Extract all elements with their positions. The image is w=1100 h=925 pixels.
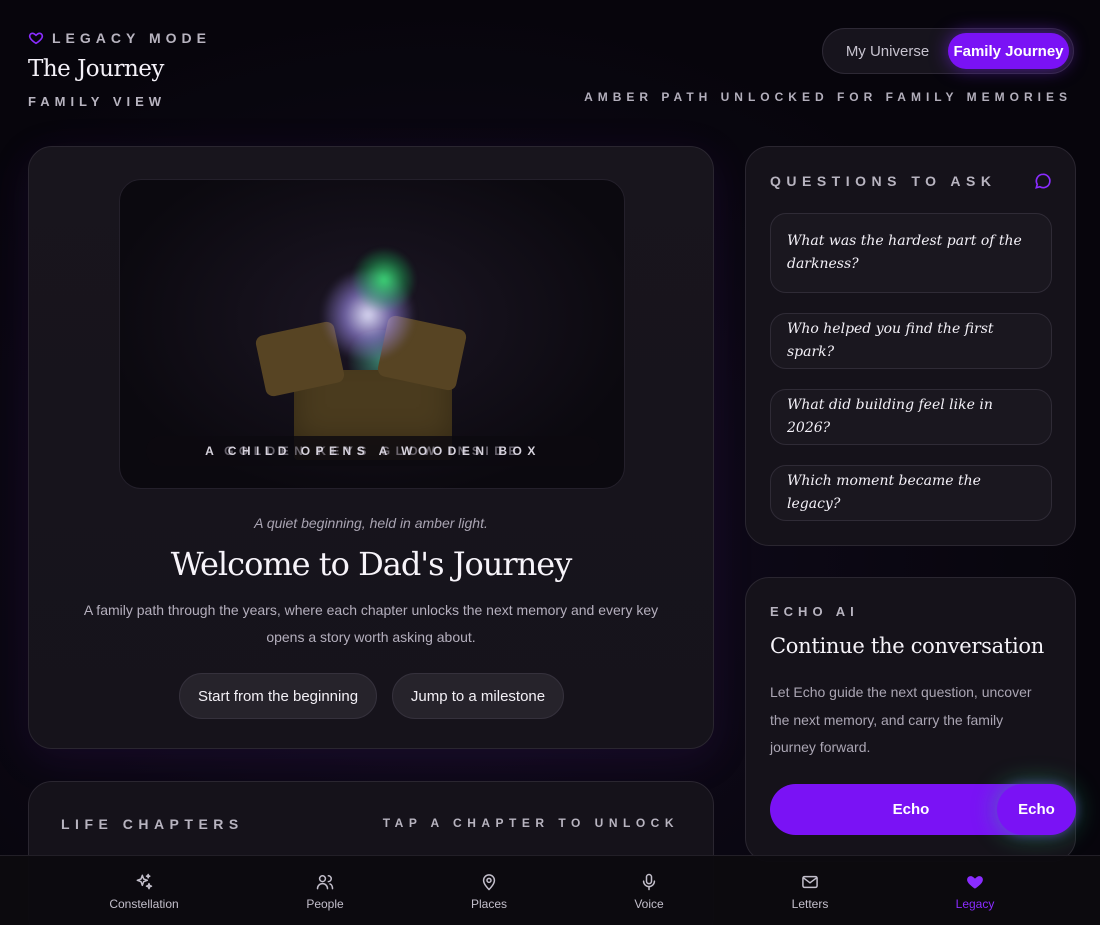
question-item[interactable]: Which moment became the legacy? <box>770 465 1052 521</box>
echo-label: ECHO AI <box>770 604 859 619</box>
chapters-hint: TAP A CHAPTER TO UNLOCK <box>382 816 679 830</box>
nav-item-legacy[interactable]: Legacy <box>915 856 1035 925</box>
echo-description: Let Echo guide the next question, uncove… <box>770 684 1032 755</box>
nav-label: Voice <box>634 896 664 911</box>
question-item[interactable]: What was the hardest part of the darknes… <box>770 213 1052 293</box>
people-icon <box>316 874 334 889</box>
page-title: The Journey <box>28 56 164 82</box>
jump-to-milestone-button[interactable]: Jump to a milestone <box>392 673 564 719</box>
nav-item-places[interactable]: Places <box>429 856 549 925</box>
brand: LEGACY MODE The Journey FAMILY VIEW <box>28 30 211 109</box>
map-pin-icon <box>482 873 496 891</box>
hero-panel: A CHILD OPENS A WOODEN BOX GOLDEN KEYS G… <box>28 146 714 749</box>
scene-caption-overlay: GOLDEN KEYS GLOW INSIDE <box>224 444 522 458</box>
nav-label: People <box>306 896 344 911</box>
questions-panel: QUESTIONS TO ASK What was the hardest pa… <box>745 146 1076 546</box>
echo-title: Continue the conversation <box>770 634 1044 658</box>
nav-item-letters[interactable]: Letters <box>750 856 870 925</box>
nav-label: Constellation <box>109 896 179 911</box>
echo-floating-button[interactable]: Echo <box>997 784 1076 835</box>
envelope-icon <box>802 875 818 888</box>
questions-label: QUESTIONS TO ASK <box>770 173 997 189</box>
sparkles-icon <box>136 873 153 889</box>
nav-item-voice[interactable]: Voice <box>589 856 709 925</box>
chapters-label: LIFE CHAPTERS <box>61 816 244 832</box>
nav-item-people[interactable]: People <box>265 856 385 925</box>
mode-label: LEGACY MODE <box>52 30 211 46</box>
scene-caption-bar: A CHILD OPENS A WOODEN BOX GOLDEN KEYS G… <box>146 436 600 466</box>
hero-title: Welcome to Dad's Journey <box>170 545 573 583</box>
green-glow-orb <box>352 248 416 312</box>
view-toggle: My Universe Family Journey <box>822 28 1074 74</box>
nav-label: Places <box>470 896 508 911</box>
mode-row: LEGACY MODE <box>28 30 211 46</box>
start-from-beginning-button[interactable]: Start from the beginning <box>179 673 377 719</box>
hero-tagline: A quiet beginning, held in amber light. <box>254 515 488 531</box>
question-item[interactable]: Who helped you find the first spark? <box>770 313 1052 369</box>
nav-label: Letters <box>791 896 829 911</box>
heart-icon <box>967 875 983 889</box>
microphone-icon <box>642 873 656 890</box>
chat-bubble-icon <box>1035 173 1051 189</box>
heart-icon <box>28 32 44 45</box>
nav-item-constellation[interactable]: Constellation <box>84 856 204 925</box>
nav-label: Legacy <box>955 896 995 911</box>
question-item[interactable]: What did building feel like in 2026? <box>770 389 1052 445</box>
toggle-my-universe[interactable]: My Universe <box>827 33 948 69</box>
toggle-family-journey[interactable]: Family Journey <box>948 33 1069 69</box>
scene-illustration: A CHILD OPENS A WOODEN BOX GOLDEN KEYS G… <box>119 179 625 489</box>
hero-description: A family path through the years, where e… <box>83 602 659 645</box>
bottom-nav: Constellation People Places Voice Letter… <box>0 855 1100 925</box>
page-subtitle: FAMILY VIEW <box>28 94 167 109</box>
status-text: AMBER PATH UNLOCKED FOR FAMILY MEMORIES <box>584 90 1072 104</box>
